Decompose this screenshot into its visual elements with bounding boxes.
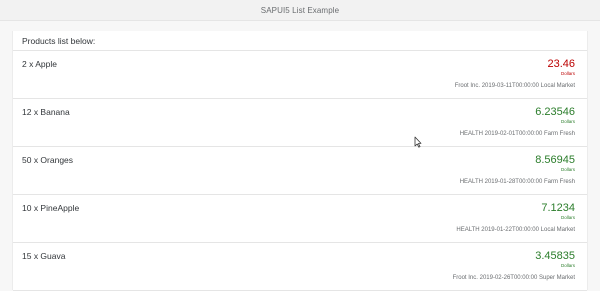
item-attribute: HEALTH 2019-01-28T00:00:00 Farm Fresh bbox=[459, 179, 575, 185]
item-attribute: HEALTH 2019-01-22T00:00:00 Local Market bbox=[456, 227, 575, 233]
list-item[interactable]: 15 x Guava 3.45835 Dollars Froot Inc. 20… bbox=[13, 243, 587, 291]
shell-bar: SAPUI5 List Example bbox=[0, 0, 600, 21]
item-title: 15 x Guava bbox=[22, 251, 66, 261]
item-title: 2 x Apple bbox=[22, 59, 57, 69]
list-item[interactable]: 2 x Apple 23.46 Dollars Froot Inc. 2019-… bbox=[13, 51, 587, 99]
item-unit: Dollars bbox=[560, 119, 575, 124]
item-number: 6.23546 bbox=[535, 106, 575, 118]
item-title: 12 x Banana bbox=[22, 107, 70, 117]
item-unit: Dollars bbox=[560, 215, 575, 220]
item-unit: Dollars bbox=[560, 71, 575, 76]
mouse-pointer-icon bbox=[414, 136, 422, 148]
item-number: 7.1234 bbox=[541, 202, 575, 214]
list-item[interactable]: 12 x Banana 6.23546 Dollars HEALTH 2019-… bbox=[13, 99, 587, 147]
list-item[interactable]: 10 x PineApple 7.1234 Dollars HEALTH 201… bbox=[13, 195, 587, 243]
item-title: 10 x PineApple bbox=[22, 203, 80, 213]
item-unit: Dollars bbox=[560, 167, 575, 172]
item-number: 23.46 bbox=[547, 58, 575, 70]
item-unit: Dollars bbox=[560, 263, 575, 268]
list-header: Products list below: bbox=[13, 31, 587, 51]
item-number: 8.56945 bbox=[535, 154, 575, 166]
item-attribute: Froot Inc. 2019-03-11T00:00:00 Local Mar… bbox=[454, 83, 575, 89]
item-number: 3.45835 bbox=[535, 250, 575, 262]
item-attribute: Froot Inc. 2019-02-26T00:00:00 Super Mar… bbox=[452, 275, 575, 281]
item-attribute: HEALTH 2019-02-01T00:00:00 Farm Fresh bbox=[459, 131, 575, 137]
item-title: 50 x Oranges bbox=[22, 155, 74, 165]
page-content: Products list below: 2 x Apple 23.46 Dol… bbox=[12, 31, 588, 291]
app-title: SAPUI5 List Example bbox=[260, 5, 340, 15]
list-item[interactable]: 50 x Oranges 8.56945 Dollars HEALTH 2019… bbox=[13, 147, 587, 195]
